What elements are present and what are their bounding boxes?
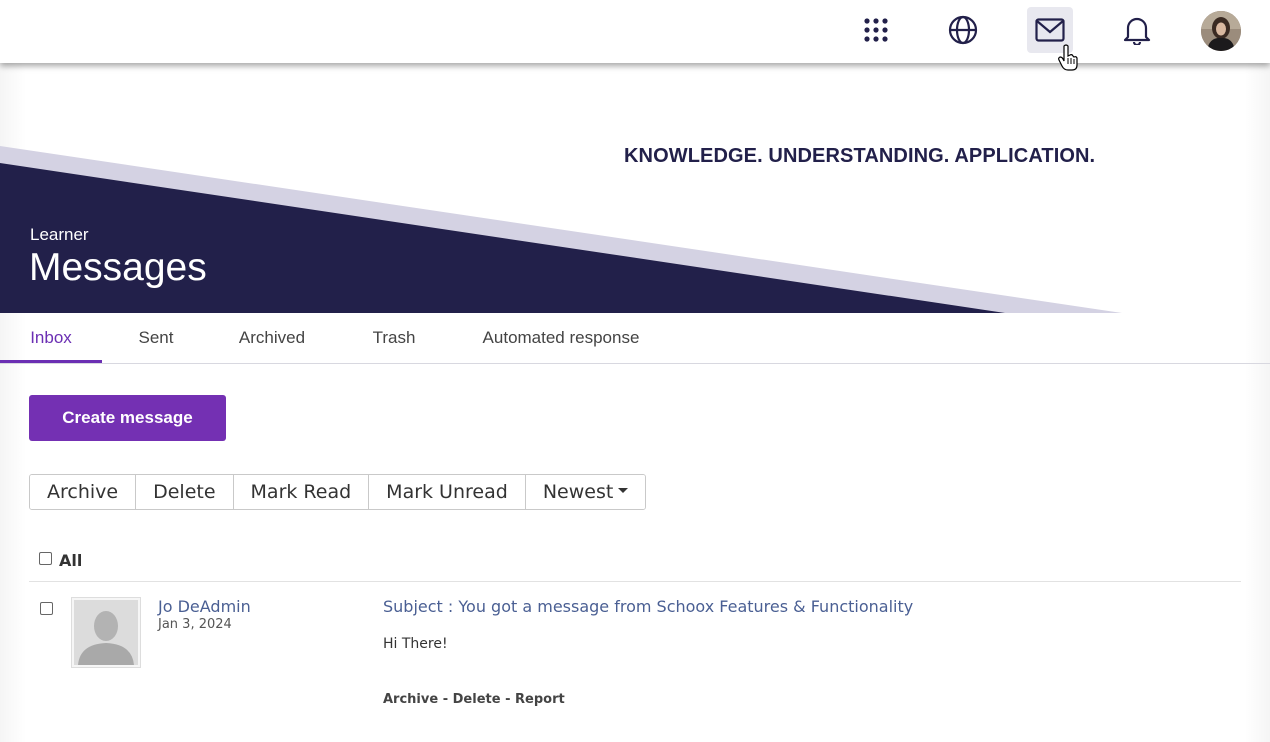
create-message-button[interactable]: Create message [29,395,226,441]
page-title: Messages [29,246,207,289]
sort-dropdown[interactable]: Newest [525,475,646,509]
select-all-checkbox[interactable] [39,552,52,565]
tab-inbox[interactable]: Inbox [0,313,102,363]
hand-cursor-icon [1058,44,1078,71]
mark-read-button[interactable]: Mark Read [233,475,370,509]
select-all-label: All [59,551,83,570]
apps-grid-icon[interactable] [853,7,899,53]
default-profile-icon [74,600,138,665]
tab-sent[interactable]: Sent [120,313,192,360]
role-label: Learner [30,225,89,244]
sort-label: Newest [542,481,614,503]
bulk-action-group: Archive Delete Mark Read Mark Unread New… [29,474,647,510]
tab-automated-response[interactable]: Automated response [466,313,656,360]
globe-icon[interactable] [940,7,986,53]
separator: - [500,692,516,707]
tab-trash[interactable]: Trash [354,313,434,360]
banner-tagline: KNOWLEDGE. UNDERSTANDING. APPLICATION. [624,145,1096,167]
message-checkbox[interactable] [40,602,53,615]
row-report-link[interactable]: Report [515,692,565,707]
separator: - [438,692,453,707]
row-delete-link[interactable]: Delete [453,692,501,707]
message-tabs: Inbox Sent Archived Trash Automated resp… [0,313,1270,364]
sender-avatar [71,597,141,668]
list-divider [29,581,1241,582]
message-date: Jan 3, 2024 [158,617,232,632]
tab-archived[interactable]: Archived [222,313,322,360]
message-subject[interactable]: Subject : You got a message from Schoox … [383,597,913,616]
mark-unread-button[interactable]: Mark Unread [369,475,526,509]
caret-down-icon [618,488,629,493]
user-avatar[interactable] [1201,11,1241,51]
message-preview: Hi There! [383,636,448,652]
delete-button[interactable]: Delete [136,475,234,509]
select-all: All [39,549,83,570]
sender-name[interactable]: Jo DeAdmin [158,597,251,616]
bell-icon[interactable] [1114,7,1160,53]
row-archive-link[interactable]: Archive [383,692,438,707]
message-row-actions: Archive - Delete - Report [383,692,565,707]
archive-button[interactable]: Archive [30,475,137,509]
